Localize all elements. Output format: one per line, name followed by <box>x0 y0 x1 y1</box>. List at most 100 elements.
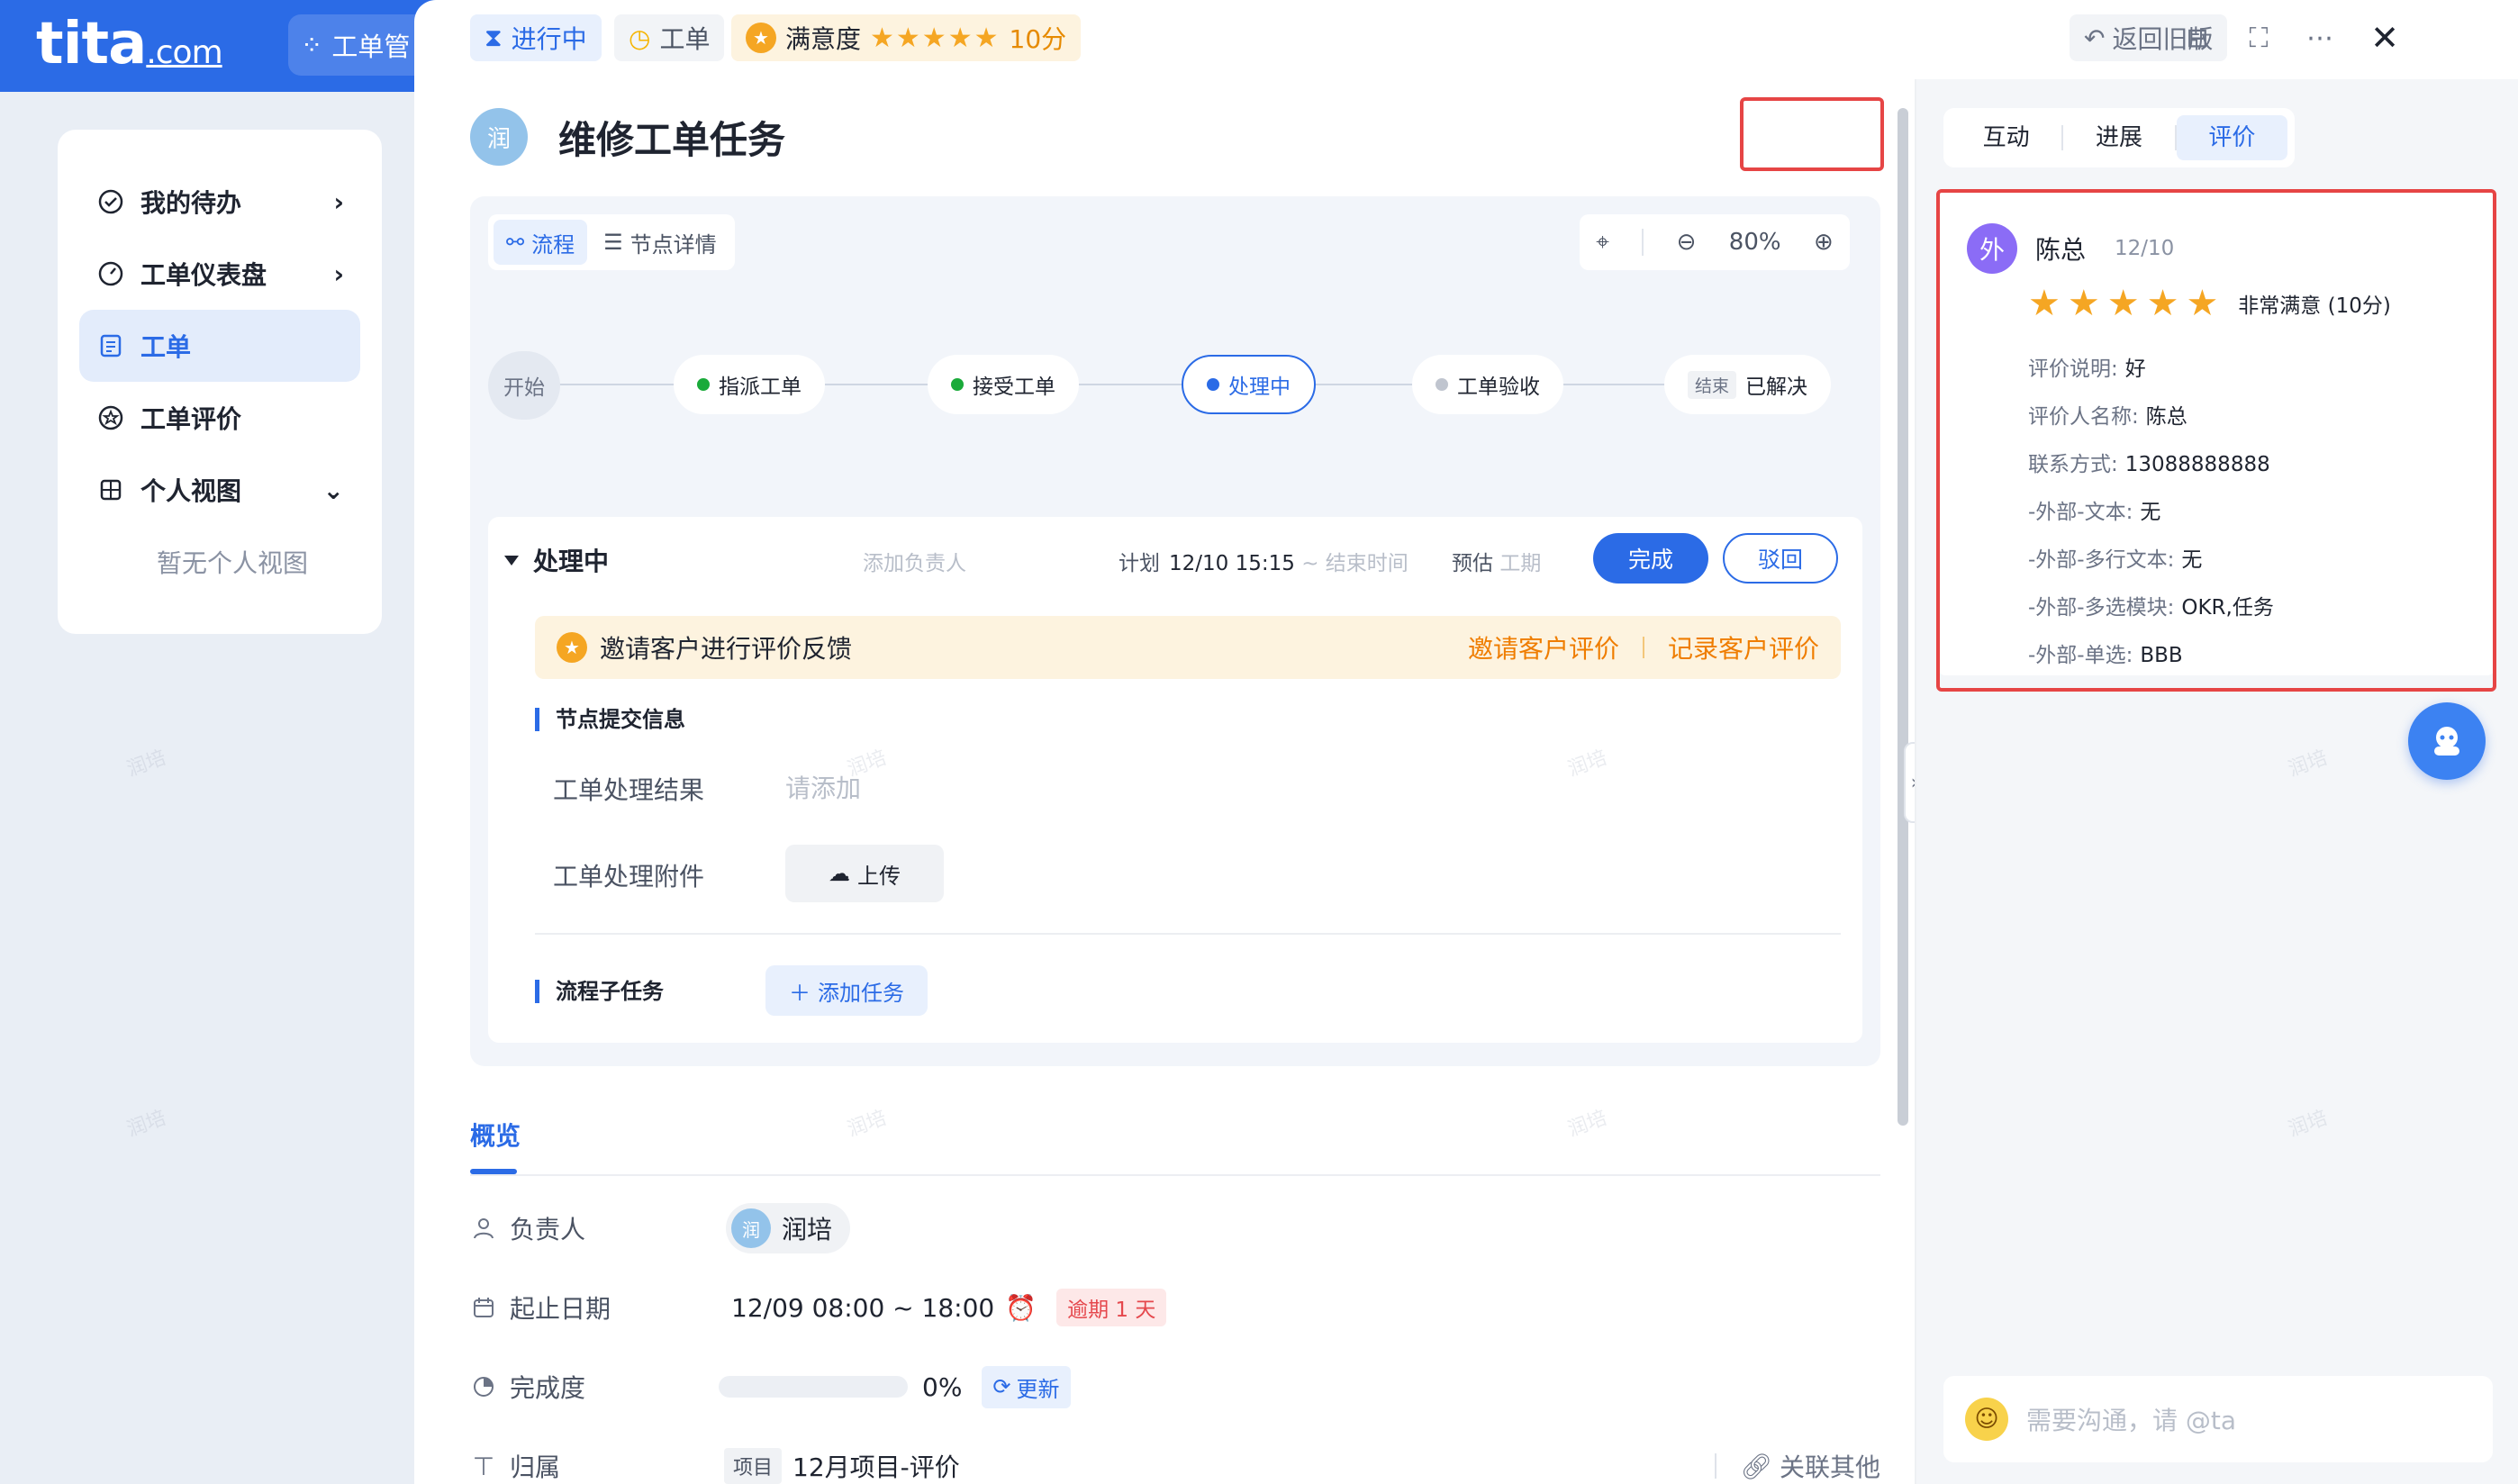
flow-node-start[interactable]: 开始 <box>488 351 560 420</box>
end-tag: 结束 <box>1688 370 1737 399</box>
invite-customer-link[interactable]: 邀请客户评价 <box>1468 629 1619 665</box>
owner-pill[interactable]: 润 润培 <box>726 1203 851 1253</box>
sidebar-item-evaluation[interactable]: 工单评价 <box>79 382 360 454</box>
sidebar-item-dashboard[interactable]: 工单仪表盘 › <box>79 238 360 310</box>
app-tab-label: 工单管 <box>331 32 411 62</box>
archive-icon[interactable]: ⊟ <box>2178 18 2217 58</box>
sidebar-item-workorder[interactable]: 工单 <box>79 310 360 382</box>
flow-node-assign[interactable]: 指派工单 <box>674 355 825 414</box>
date-value[interactable]: 12/09 08:00 ~ 18:00 <box>731 1293 994 1323</box>
sidebar-item-my-todo[interactable]: 我的待办 › <box>79 166 360 238</box>
link-other-button[interactable]: 🔗︎ 关联其他 <box>1740 1448 1880 1484</box>
owner-label: 负责人 <box>470 1210 704 1246</box>
plan-start: 12/10 15:15 <box>1169 552 1295 575</box>
cloud-upload-icon: ☁ <box>829 861 850 886</box>
page-title[interactable]: 维修工单任务 <box>558 110 785 165</box>
date-label: 起止日期 <box>470 1289 704 1326</box>
progress-label: 完成度 <box>470 1369 704 1405</box>
flow-node-resolved[interactable]: 结束 已解决 <box>1664 355 1832 414</box>
side-panel-tabs: 互动 进展 评价 <box>1943 108 2295 167</box>
scrollbar[interactable] <box>1898 108 1908 1126</box>
status-dot <box>1207 378 1219 391</box>
status-dot <box>951 378 964 391</box>
fullscreen-icon[interactable]: ⛶ <box>2239 18 2278 58</box>
node-label: 工单验收 <box>1457 376 1540 399</box>
divider <box>1642 229 1644 256</box>
tab-progress[interactable]: 进展 <box>2063 115 2174 160</box>
chevron-right-icon: › <box>333 258 344 289</box>
upload-button[interactable]: ☁ 上传 <box>785 845 944 902</box>
status-badge[interactable]: ⧗ 进行中 <box>470 14 602 61</box>
attachment-label: 工单处理附件 <box>553 862 705 891</box>
project-tag: 项目 <box>724 1448 783 1484</box>
hourglass-icon: ⧗ <box>485 23 503 52</box>
avatar: 润 <box>470 108 528 166</box>
reject-button[interactable]: 驳回 <box>1723 533 1838 584</box>
coin-icon: ★ <box>557 632 587 663</box>
estimate-placeholder: 工期 <box>1499 552 1542 575</box>
chat-input[interactable]: ☺ 需要沟通，请 @ta <box>1943 1376 2493 1462</box>
tita-logo[interactable]: tita.com <box>36 11 223 77</box>
zoom-level: 80% <box>1728 229 1781 256</box>
plan-time[interactable]: 计划 12/10 15:15 ~ 结束时间 <box>1119 546 1408 576</box>
estimate-field[interactable]: 预估 工期 <box>1452 546 1553 576</box>
result-label: 工单处理结果 <box>553 775 705 805</box>
upload-label: 上传 <box>857 863 901 889</box>
flow-icon: ⚯ <box>506 230 525 255</box>
chevron-right-icon: › <box>333 186 344 217</box>
alarm-icon[interactable]: ⏰ <box>1005 1293 1037 1323</box>
hierarchy-icon: ⊤ <box>472 1451 495 1481</box>
record-customer-link[interactable]: 记录客户评价 <box>1668 629 1819 665</box>
result-input[interactable]: 请添加 <box>785 769 861 805</box>
progress-bar[interactable] <box>719 1376 908 1398</box>
tab-overview[interactable]: 概览 <box>470 1117 521 1153</box>
invite-feedback-banner: ★ 邀请客户进行评价反馈 邀请客户评价 记录客户评价 <box>535 616 1841 679</box>
divider <box>470 1174 1880 1176</box>
tab-node-detail[interactable]: ☰ 节点详情 <box>591 220 729 265</box>
add-owner-link[interactable]: 添加负责人 <box>863 546 966 576</box>
emoji-icon[interactable]: ☺ <box>1965 1398 2008 1441</box>
refresh-button[interactable]: ⟳ 更新 <box>982 1365 1071 1408</box>
type-badge[interactable]: ◷ 工单 <box>614 14 725 61</box>
add-task-button[interactable]: ＋ 添加任务 <box>765 965 928 1016</box>
zoom-in-icon[interactable]: ⊕ <box>1814 229 1834 256</box>
flow-node-processing[interactable]: 处理中 <box>1182 355 1316 414</box>
zoom-out-icon[interactable]: ⊖ <box>1677 229 1697 256</box>
project-name[interactable]: 12月项目-评价 <box>793 1448 960 1484</box>
assistant-bot-icon[interactable] <box>2408 702 2486 780</box>
node-title[interactable]: 处理中 <box>504 542 609 578</box>
plan-end: ~ 结束时间 <box>1301 552 1408 575</box>
document-icon <box>95 330 126 361</box>
star-badge-icon <box>95 403 126 433</box>
main-content: 润 维修工单任务 ⚯ 流程 ☰ 节点详情 ⌖ ⊖ 80% ⊕ 开始 指派工单 接… <box>470 79 1884 1484</box>
more-icon[interactable]: ⋯ <box>2300 18 2340 58</box>
belong-label: ⊤ 归属 <box>470 1448 704 1484</box>
tab-flow[interactable]: ⚯ 流程 <box>494 220 588 265</box>
tab-label: 流程 <box>531 231 575 258</box>
label-text: 负责人 <box>510 1215 586 1244</box>
complete-button[interactable]: 完成 <box>1593 533 1708 584</box>
label-text: 完成度 <box>510 1373 586 1403</box>
progress-icon <box>470 1373 497 1400</box>
highlight-box-review <box>1936 189 2496 692</box>
tab-label: 节点详情 <box>630 231 717 258</box>
satisfaction-label: 满意度 <box>785 24 862 54</box>
tab-interaction[interactable]: 互动 <box>1951 115 2061 160</box>
node-detail-card: 处理中 添加负责人 计划 12/10 15:15 ~ 结束时间 预估 工期 完成 … <box>488 517 1862 1043</box>
sidebar-item-label: 个人视图 <box>140 476 242 506</box>
watermark: 润培 <box>123 747 169 782</box>
sidebar-item-personal-view[interactable]: 个人视图 ⌄ <box>79 454 360 526</box>
satisfaction-badge[interactable]: ★ 满意度 ★★★★★ 10分 <box>731 14 1082 61</box>
flow-node-accept[interactable]: 接受工单 <box>928 355 1079 414</box>
node-label: 指派工单 <box>719 376 802 399</box>
close-icon[interactable]: ✕ <box>2365 18 2405 58</box>
status-text: 进行中 <box>511 24 587 54</box>
tab-evaluation[interactable]: 评价 <box>2176 115 2287 160</box>
fit-view-icon[interactable]: ⌖ <box>1596 229 1609 257</box>
subtask-section-title: 流程子任务 <box>535 980 664 1003</box>
sidebar-item-label: 工单 <box>140 332 192 362</box>
flow-node-acceptance[interactable]: 工单验收 <box>1412 355 1563 414</box>
owner-name: 润培 <box>782 1215 833 1244</box>
sidebar-item-label: 工单评价 <box>140 404 242 434</box>
owner-row: 负责人 润 润培 <box>470 1201 1880 1255</box>
